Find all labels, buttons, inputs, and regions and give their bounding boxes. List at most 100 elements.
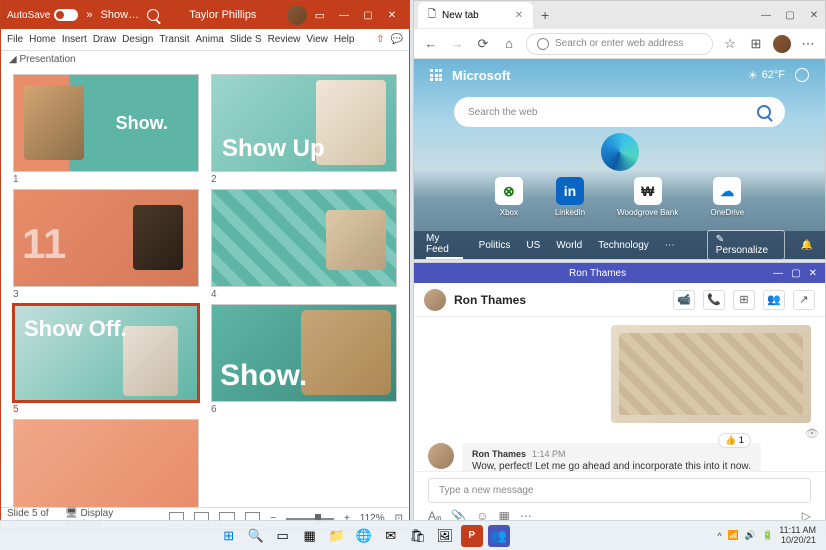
clock[interactable]: 11:11 AM 10/20/21 [779, 526, 816, 546]
chat-body[interactable]: 👁 👍 1 Ron Thames1:14 PM Wow, perfect! Le… [414, 317, 825, 471]
menu-design[interactable]: Design [122, 34, 153, 45]
feed-tab-more[interactable]: ⋯ [665, 238, 675, 253]
personalize-button[interactable]: ✎ Personalize [707, 230, 785, 259]
store-icon[interactable]: 🛍 [407, 525, 429, 547]
forward-button[interactable]: → [448, 35, 466, 53]
doc-name[interactable]: Show… [101, 9, 140, 21]
menu-file[interactable]: File [7, 34, 23, 45]
seen-icon: 👁 [805, 427, 819, 440]
video-call-button[interactable]: 📹 [673, 290, 695, 310]
slide-4[interactable] [211, 189, 397, 287]
autosave-toggle[interactable]: AutoSave [7, 9, 78, 21]
add-people-button[interactable]: 👥 [763, 290, 785, 310]
menu-transitions[interactable]: Transit [159, 34, 189, 45]
slide-7[interactable] [13, 419, 199, 507]
menu-help[interactable]: Help [334, 34, 355, 45]
refresh-button[interactable]: ⟳ [474, 35, 492, 53]
minimize-button[interactable]: ― [333, 5, 355, 25]
share-screen-button[interactable]: ⊞ [733, 290, 755, 310]
image-message[interactable] [611, 325, 811, 423]
comments-icon[interactable]: 💬 [391, 34, 403, 45]
feed-tab-politics[interactable]: Politics [479, 238, 511, 253]
tile-xbox[interactable]: ⊗Xbox [495, 177, 523, 217]
back-button[interactable]: ← [422, 35, 440, 53]
slide-1[interactable]: Show. [13, 74, 199, 172]
user-name: Taylor Phillips [167, 9, 279, 21]
close-button[interactable]: ✕ [381, 5, 403, 25]
settings-icon[interactable] [795, 68, 809, 82]
feed-tab-myfeed[interactable]: My Feed [426, 231, 463, 259]
maximize-button[interactable]: ▢ [779, 5, 801, 25]
tile-woodgrove[interactable]: ₩Woodgrove Bank [617, 177, 678, 217]
slide-3[interactable]: 11 [13, 189, 199, 287]
mail-icon[interactable]: ✉ [380, 525, 402, 547]
slide-2[interactable]: Show Up [211, 74, 397, 172]
chevron-more[interactable]: » [86, 9, 92, 21]
slide-5[interactable]: Show Off. [13, 304, 199, 402]
slide-num: 3 [13, 289, 199, 300]
msg-bubble[interactable]: 👍 1 Ron Thames1:14 PM Wow, perfect! Let … [462, 443, 761, 471]
photos-icon[interactable]: 🖼 [434, 525, 456, 547]
search-web-input[interactable]: Search the web [454, 97, 785, 127]
tab-close-icon[interactable]: ✕ [515, 10, 523, 21]
browser-tab[interactable]: 🗋 New tab ✕ [418, 2, 533, 28]
menu-review[interactable]: Review [268, 34, 301, 45]
weather-widget[interactable]: ☀ 62°F [748, 69, 785, 82]
feed-tab-tech[interactable]: Technology [598, 238, 649, 253]
volume-icon[interactable]: 🔊 [745, 530, 756, 541]
wifi-icon[interactable]: 📶 [728, 530, 739, 541]
reaction-badge[interactable]: 👍 1 [718, 433, 751, 448]
favorites-icon[interactable]: ☆ [721, 35, 739, 53]
teams-taskbar-icon[interactable]: 👥 [488, 525, 510, 547]
menu-animations[interactable]: Anima [196, 34, 224, 45]
tile-linkedin[interactable]: inLinkedIn [555, 177, 585, 217]
minimize-button[interactable]: ― [755, 5, 777, 25]
maximize-button[interactable]: ▢ [791, 268, 800, 279]
menu-insert[interactable]: Insert [62, 34, 87, 45]
share-icon[interactable]: ⇧ [376, 34, 384, 45]
edge-taskbar-icon[interactable]: 🌐 [353, 525, 375, 547]
collections-icon[interactable]: ⊞ [747, 35, 765, 53]
edge-logo [601, 133, 639, 171]
home-button[interactable]: ⌂ [500, 35, 518, 53]
new-tab-button[interactable]: + [533, 7, 557, 23]
menu-slideshow[interactable]: Slide S [230, 34, 262, 45]
menu-draw[interactable]: Draw [93, 34, 116, 45]
slide-6[interactable]: Show. [211, 304, 397, 402]
maximize-button[interactable]: ▢ [357, 5, 379, 25]
start-button[interactable]: ⊞ [218, 525, 240, 547]
slide-sorter[interactable]: Show.1 Show Up2 113 4 Show Off.5 Show.6 … [1, 68, 409, 507]
app-launcher-icon[interactable] [430, 69, 442, 81]
minimize-button[interactable]: ― [773, 268, 783, 279]
more-icon[interactable]: ⋯ [799, 35, 817, 53]
powerpoint-taskbar-icon[interactable]: P [461, 525, 483, 547]
address-bar[interactable]: Search or enter web address [526, 33, 713, 55]
popout-button[interactable]: ↗ [793, 290, 815, 310]
tray-chevron[interactable]: ^ [717, 531, 721, 541]
chat-header: Ron Thames 📹 📞 ⊞ 👥 ↗ [414, 283, 825, 317]
close-button[interactable]: ✕ [809, 268, 817, 279]
edge-tabbar: 🗋 New tab ✕ + ― ▢ ✕ [414, 1, 825, 29]
presentation-header: ◢ Presentation [1, 51, 409, 68]
close-button[interactable]: ✕ [803, 5, 825, 25]
battery-icon[interactable]: 🔋 [762, 530, 773, 541]
bell-icon[interactable]: 🔔 [801, 240, 813, 251]
feed-tab-us[interactable]: US [526, 238, 540, 253]
search-submit-icon[interactable] [757, 105, 771, 119]
explorer-icon[interactable]: 📁 [326, 525, 348, 547]
menu-view[interactable]: View [306, 34, 328, 45]
menu-home[interactable]: Home [29, 34, 56, 45]
toggle-switch[interactable] [54, 9, 78, 21]
ribbon-mode-icon[interactable]: ▭ [315, 9, 325, 22]
contact-avatar[interactable] [424, 289, 446, 311]
user-avatar[interactable] [287, 5, 307, 25]
feed-tab-world[interactable]: World [556, 238, 582, 253]
taskview-icon[interactable]: ▭ [272, 525, 294, 547]
audio-call-button[interactable]: 📞 [703, 290, 725, 310]
search-icon[interactable] [147, 9, 159, 21]
tile-onedrive[interactable]: ☁OneDrive [710, 177, 744, 217]
widgets-icon[interactable]: ▦ [299, 525, 321, 547]
compose-input[interactable]: Type a new message [428, 478, 811, 503]
search-taskbar-icon[interactable]: 🔍 [245, 525, 267, 547]
profile-avatar[interactable] [773, 35, 791, 53]
